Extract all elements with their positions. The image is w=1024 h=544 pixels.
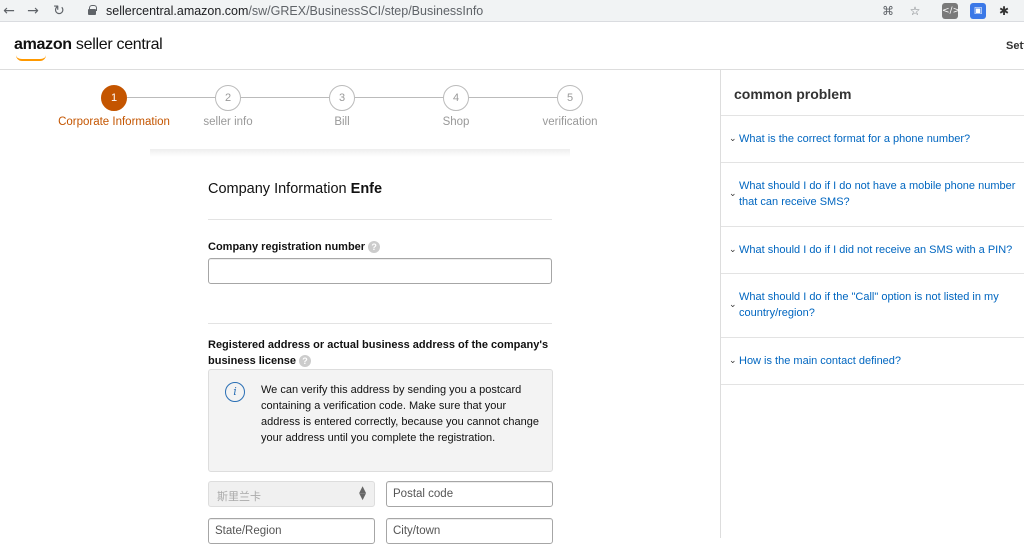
extension-blue-icon[interactable]: ▣ (970, 3, 986, 19)
divider (721, 162, 1024, 163)
star-icon[interactable]: ☆ (907, 3, 923, 19)
faq-item[interactable]: ⌄ How is the main contact defined? (729, 353, 1024, 369)
url-text[interactable]: sellercentral.amazon.com/sw/GREX/Busines… (106, 4, 483, 18)
reload-icon[interactable]: ↻ (50, 2, 68, 20)
divider (721, 273, 1024, 274)
step-5-circle[interactable]: 5 (557, 85, 583, 111)
reg-number-input[interactable] (208, 258, 552, 284)
chevron-down-icon: ⌄ (729, 300, 737, 310)
divider (208, 323, 552, 324)
step-1-circle[interactable]: 1 (101, 85, 127, 111)
faq-panel: common problem ⌄ What is the correct form… (720, 70, 1024, 538)
browser-toolbar: ← → ↻ sellercentral.amazon.com/sw/GREX/B… (0, 0, 1024, 22)
puzzle-icon[interactable]: ✱ (996, 3, 1012, 19)
step-connector (241, 97, 329, 98)
chevron-down-icon: ⌄ (729, 189, 737, 199)
settings-link[interactable]: Settings (1006, 40, 1024, 52)
lock-icon[interactable] (88, 5, 97, 15)
divider (721, 384, 1024, 385)
step-3-circle[interactable]: 3 (329, 85, 355, 111)
forward-icon[interactable]: → (24, 2, 42, 20)
chevron-down-icon: ⌄ (729, 356, 737, 366)
seller-central-header: amazon seller central Settings (0, 22, 1024, 70)
address-info-box: i We can verify this address by sending … (208, 369, 553, 472)
step-connector (127, 97, 215, 98)
divider (721, 115, 1024, 116)
step-connector (469, 97, 557, 98)
extension-code-icon[interactable]: </> (942, 3, 960, 19)
amazon-smile-icon (16, 55, 46, 61)
info-icon: i (225, 382, 245, 402)
divider (721, 226, 1024, 227)
seller-central-logo[interactable]: amazon seller central (14, 36, 163, 54)
step-5-label[interactable]: verification (500, 116, 640, 128)
address-bar[interactable]: sellercentral.amazon.com/sw/GREX/Busines… (80, 1, 930, 21)
step-4-circle[interactable]: 4 (443, 85, 469, 111)
state-region-input[interactable] (208, 518, 375, 544)
divider (208, 219, 552, 220)
faq-item[interactable]: ⌄ What should I do if I did not receive a… (729, 242, 1024, 258)
step-2-circle[interactable]: 2 (215, 85, 241, 111)
step-connector (355, 97, 443, 98)
translate-icon[interactable]: ⌘ (880, 3, 896, 19)
reg-number-label: Company registration number? (208, 239, 381, 255)
country-select[interactable]: 斯里兰卡 ▲ ▼ (208, 481, 375, 507)
faq-item[interactable]: ⌄ What should I do if the "Call" option i… (729, 289, 1024, 321)
address-label: Registered address or actual business ad… (208, 339, 549, 368)
postal-code-input[interactable] (386, 481, 553, 507)
section-divider (150, 149, 570, 157)
country-select-value: 斯里兰卡 (217, 491, 261, 503)
page-title: Company Information Enfe (208, 181, 383, 197)
back-icon[interactable]: ← (0, 2, 18, 20)
faq-title: common problem (734, 86, 852, 102)
faq-item[interactable]: ⌄ What is the correct format for a phone … (729, 131, 1024, 147)
chevron-down-icon: ⌄ (729, 245, 737, 255)
chevron-down-icon: ⌄ (729, 134, 737, 144)
address-info-text: We can verify this address by sending yo… (261, 384, 540, 444)
faq-item[interactable]: ⌄ What should I do if I do not have a mob… (729, 178, 1024, 210)
divider (721, 337, 1024, 338)
help-icon[interactable]: ? (299, 355, 312, 368)
help-icon[interactable]: ? (368, 241, 381, 254)
select-arrows-icon: ▲ ▼ (359, 485, 366, 502)
city-town-input[interactable] (386, 518, 553, 544)
